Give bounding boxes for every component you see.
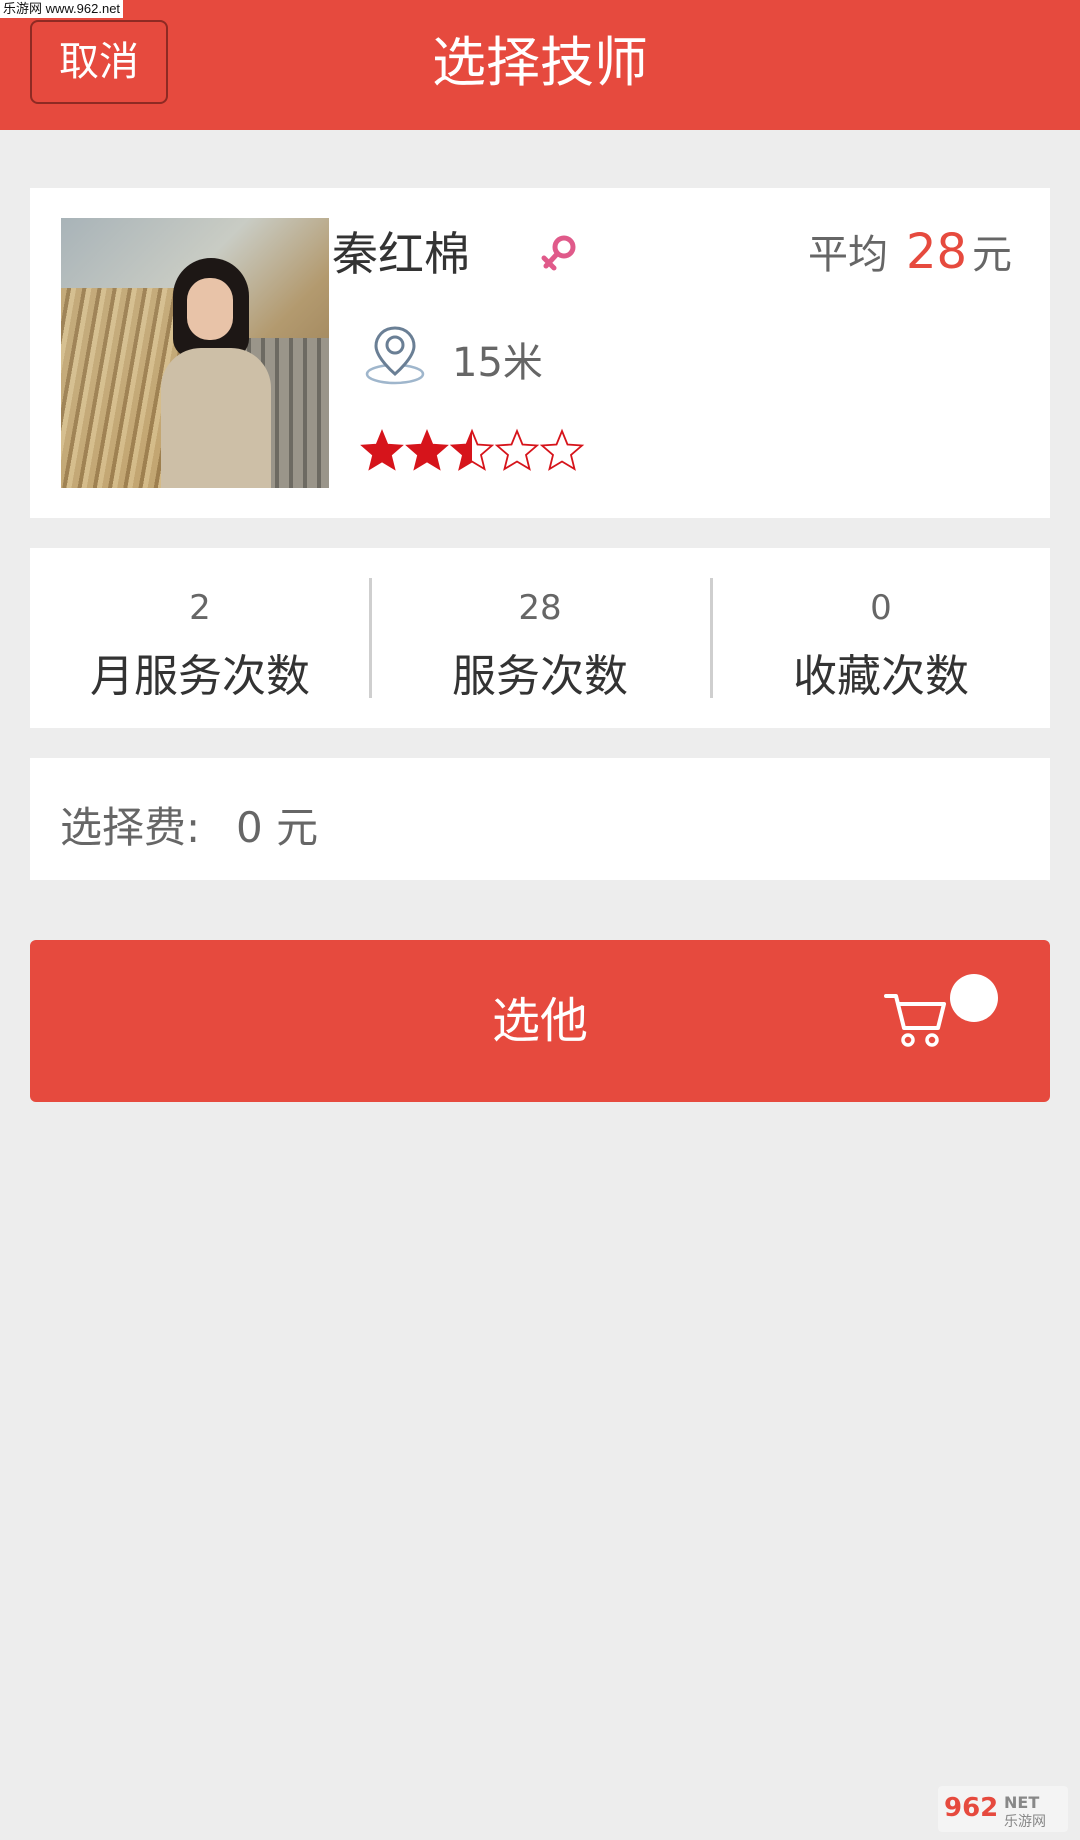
- average-price-value: 28: [906, 224, 968, 280]
- svg-text:NET: NET: [1004, 1793, 1039, 1812]
- cart-badge: [950, 974, 998, 1022]
- stat-value: 28: [518, 588, 562, 628]
- average-price-unit: 元: [972, 232, 1012, 278]
- watermark-logo: 962 NET 乐游网: [938, 1786, 1068, 1832]
- star-empty-icon: [539, 428, 585, 471]
- star-empty-icon: [494, 428, 540, 471]
- selection-fee-card: 选择费: 0 元: [30, 758, 1050, 880]
- stat-label: 收藏次数: [793, 651, 969, 702]
- stat-value: 0: [870, 588, 892, 628]
- stat-value: 2: [189, 588, 211, 628]
- select-technician-button[interactable]: 选他: [30, 940, 1050, 1102]
- selection-fee-label: 选择费:: [60, 803, 201, 852]
- star-icon: [405, 429, 449, 471]
- stat-label: 月服务次数: [90, 651, 310, 702]
- location-pin-icon: [365, 326, 425, 385]
- stat-favorites: 0 收藏次数: [711, 548, 1051, 728]
- technician-avatar: [61, 218, 329, 488]
- star-icon: [360, 429, 404, 471]
- svg-text:962: 962: [944, 1793, 998, 1823]
- average-price-label: 平均: [808, 232, 888, 278]
- selection-fee-value: 0 元: [236, 803, 319, 852]
- watermark-top: 乐游网 www.962.net: [0, 0, 124, 18]
- page-title: 选择技师: [432, 31, 648, 94]
- stat-monthly-services: 2 月服务次数: [30, 548, 370, 728]
- female-icon: [541, 235, 576, 271]
- cart-icon: [884, 994, 946, 1047]
- stat-total-services: 28 服务次数: [370, 548, 710, 728]
- technician-name: 秦红棉: [332, 227, 470, 281]
- stats-card: 2 月服务次数 28 服务次数 0 收藏次数: [30, 548, 1050, 728]
- app-header: 取消 选择技师: [0, 0, 1080, 130]
- svg-text:乐游网: 乐游网: [1004, 1814, 1046, 1830]
- distance-text: 15米: [452, 340, 543, 386]
- rating-stars: [360, 428, 585, 471]
- stat-label: 服务次数: [452, 651, 628, 702]
